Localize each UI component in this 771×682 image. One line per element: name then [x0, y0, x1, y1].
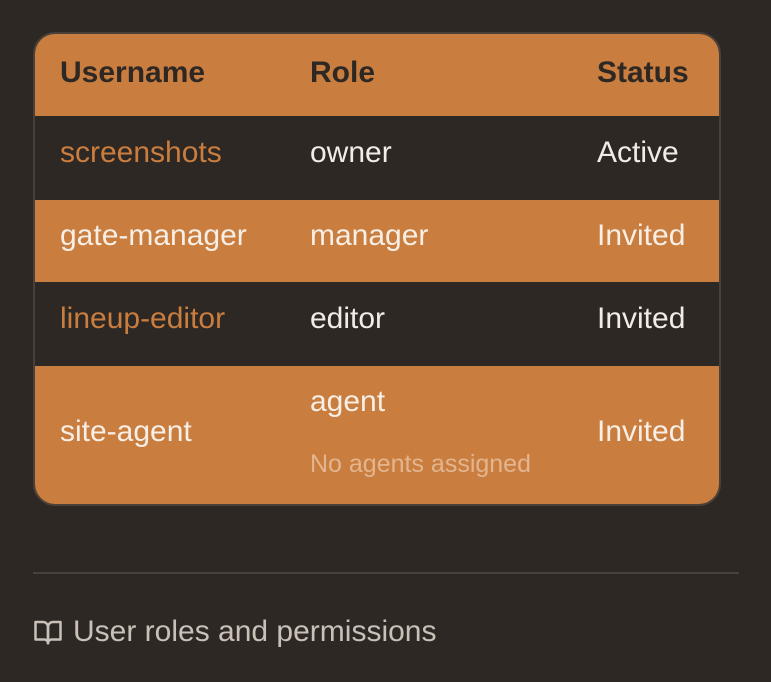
- book-icon: [33, 617, 63, 647]
- status-cell: Invited: [597, 302, 686, 335]
- help-link-label: User roles and permissions: [73, 615, 437, 648]
- username-link[interactable]: lineup-editor: [60, 304, 225, 334]
- column-header-status: Status: [597, 56, 689, 89]
- username-link[interactable]: screenshots: [60, 138, 222, 168]
- role-cell: agent: [310, 385, 386, 418]
- divider: [33, 572, 739, 574]
- status-cell: Invited: [597, 415, 686, 448]
- users-table: Username Role Status screenshots owner A…: [33, 32, 721, 506]
- table-row: gate-manager manager Invited: [35, 200, 719, 282]
- status-cell: Active: [597, 136, 679, 169]
- role-cell: owner: [310, 136, 392, 169]
- column-header-username: Username: [60, 56, 206, 89]
- role-cell: editor: [310, 302, 386, 335]
- role-cell: manager: [310, 219, 429, 252]
- column-header-role: Role: [310, 56, 376, 89]
- table-row: site-agent agent No agents assigned Invi…: [35, 366, 719, 504]
- table-header-row: Username Role Status: [35, 34, 719, 116]
- page: Username Role Status screenshots owner A…: [0, 0, 771, 682]
- user-roles-help-link[interactable]: User roles and permissions: [33, 614, 436, 650]
- username-cell: site-agent: [60, 415, 192, 448]
- table-row: screenshots owner Active: [35, 116, 719, 200]
- username-cell: gate-manager: [60, 219, 247, 252]
- role-note: No agents assigned: [310, 450, 531, 478]
- table-row: lineup-editor editor Invited: [35, 282, 719, 366]
- status-cell: Invited: [597, 219, 686, 252]
